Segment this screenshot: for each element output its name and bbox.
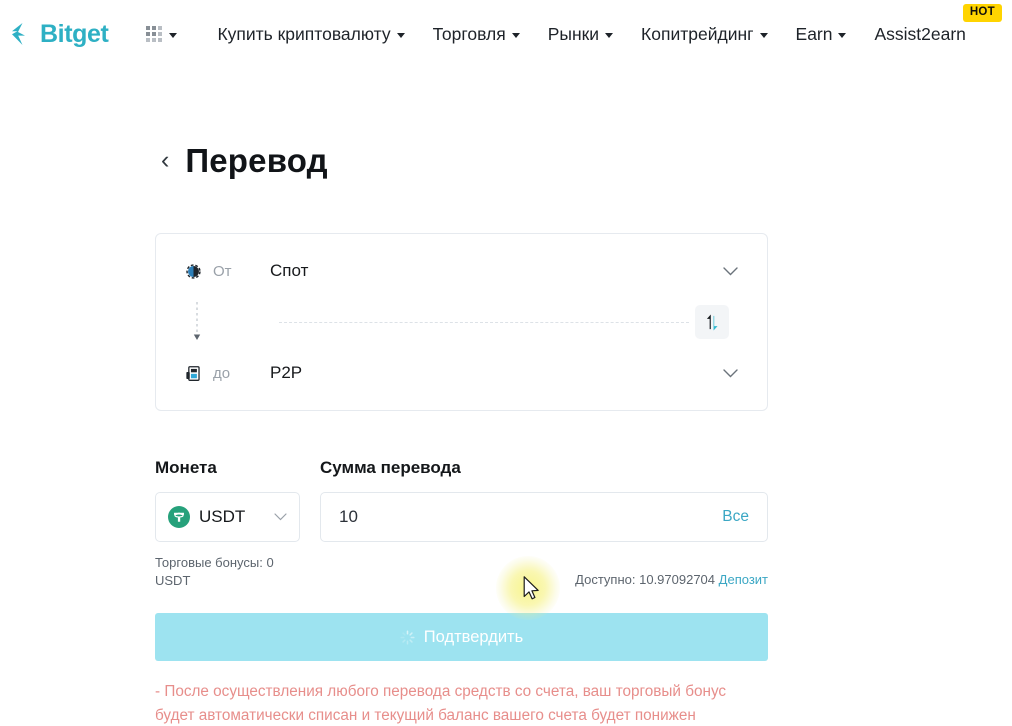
transfer-to-row[interactable]: до P2P [182, 350, 741, 410]
nav-item-copytrading[interactable]: Копитрейдинг [627, 18, 781, 51]
max-amount-button[interactable]: Все [722, 508, 749, 526]
available-balance: Доступно: 10.97092704 Депозит [300, 554, 768, 587]
trading-bonus-text: Торговые бонусы: 0 USDT [155, 555, 274, 588]
chevron-down-icon[interactable] [719, 260, 741, 282]
brand-name: Bitget [40, 19, 109, 48]
transfer-from-value: Спот [270, 261, 309, 281]
chevron-down-icon [838, 32, 847, 38]
nav-label: Копитрейдинг [641, 23, 754, 44]
nav-label: Earn [795, 23, 833, 44]
chevron-down-icon [169, 32, 178, 38]
swap-vertical-icon [706, 314, 718, 331]
loading-spinner-icon [400, 630, 415, 645]
nav-label: Рынки [547, 23, 600, 44]
transfer-to-label: до [213, 364, 231, 382]
chevron-down-icon[interactable] [719, 362, 741, 384]
nav-label: Купить криптовалюту [217, 23, 391, 44]
nav-item-buy-crypto[interactable]: Купить криптовалюту [203, 18, 418, 51]
back-button[interactable]: ‹ [161, 147, 169, 173]
warning-bonus-deduction: - После осуществления любого перевода ср… [155, 683, 727, 724]
transfer-direction-arrow-icon [192, 302, 202, 342]
page-title: Перевод [185, 142, 328, 180]
p2p-account-icon [182, 365, 204, 382]
confirm-button-label: Подтвердить [423, 627, 524, 646]
available-amount: Доступно: 10.97092704 [575, 572, 716, 588]
chevron-down-icon [396, 32, 405, 38]
grid-apps-icon [146, 26, 163, 42]
coin-select[interactable]: USDT [155, 492, 300, 543]
chevron-down-icon [605, 32, 614, 38]
page-header: ‹ Перевод [155, 120, 1012, 202]
transfer-from-label: От [213, 262, 232, 280]
chevron-down-icon [511, 32, 520, 38]
page-content: ‹ Перевод От Спот до P2P Монета USDT Сум… [0, 68, 1012, 726]
coin-column: Монета USDT [155, 458, 300, 543]
transfer-form: Монета USDT Сумма перевода Вс [155, 458, 768, 543]
coin-value: USDT [199, 507, 246, 527]
nav-label: Assist2earn [874, 23, 966, 44]
coin-label: Монета [155, 458, 217, 478]
balance-hints: Торговые бонусы: 0 USDT Доступно: 10.970… [155, 554, 768, 589]
top-header: Bitget Купить криптовалюту Торговля Рынк… [0, 0, 1012, 68]
nav-item-earn[interactable]: Earn [782, 18, 861, 51]
warning-notes: - После осуществления любого перевода ср… [155, 680, 768, 726]
swap-direction-button[interactable] [695, 305, 729, 340]
transfer-to-value: P2P [270, 363, 303, 383]
bitget-logo-mark [12, 23, 25, 45]
transfer-dashed-divider [279, 322, 689, 324]
main-navigation: Купить криптовалюту Торговля Рынки Копит… [203, 18, 979, 51]
nav-label: Торговля [432, 23, 506, 44]
amount-input-wrapper[interactable]: Все [320, 492, 768, 543]
nav-item-assist2earn[interactable]: Assist2earn [860, 18, 979, 51]
apps-grid-button[interactable] [146, 26, 178, 42]
transfer-divider-row [182, 294, 741, 350]
transfer-from-row[interactable]: От Спот [182, 234, 741, 294]
confirm-button[interactable]: Подтвердить [155, 613, 768, 662]
chevron-down-icon [274, 508, 287, 526]
bitget-logo[interactable]: Bitget [8, 19, 109, 49]
hot-badge: HOT [962, 4, 1002, 22]
amount-input[interactable] [339, 507, 723, 528]
deposit-link[interactable]: Депозит [719, 572, 768, 587]
chevron-down-icon [759, 32, 768, 38]
nav-item-markets[interactable]: Рынки [534, 18, 627, 51]
spot-account-icon [182, 263, 204, 280]
transfer-accounts-card: От Спот до P2P [155, 233, 768, 412]
nav-item-trade[interactable]: Торговля [419, 18, 534, 51]
usdt-tether-icon [168, 506, 190, 529]
amount-label: Сумма перевода [320, 458, 461, 478]
amount-column: Сумма перевода Все [320, 458, 768, 543]
